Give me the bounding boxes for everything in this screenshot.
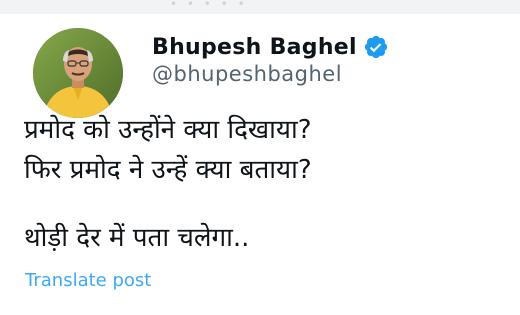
post-line-gap [24,190,514,218]
post-screenshot: • • • • • Bhupesh Baghel @bhupeshbaghel … [0,0,520,315]
translate-post-link[interactable]: Translate post [25,270,151,291]
profile-photo-icon [33,28,123,118]
tweet-card: Bhupesh Baghel @bhupeshbaghel प्रमोद को … [0,14,520,315]
top-strip: • • • • • [0,0,520,14]
post-text: प्रमोद को उन्होंने क्या दिखाया? फिर प्रम… [24,110,514,258]
author-row: Bhupesh Baghel [152,32,389,62]
post-line: थोड़ी देर में पता चलेगा.. [24,223,250,253]
author-display-name[interactable]: Bhupesh Baghel [152,35,357,60]
post-line: प्रमोद को उन्होंने क्या दिखाया? [24,115,312,145]
avatar[interactable] [33,28,123,118]
author-handle[interactable]: @bhupeshbaghel [152,62,342,86]
strip-artifact: • • • • • [170,0,248,11]
post-line: फिर प्रमोद ने उन्हें क्या बताया? [24,155,312,185]
verified-badge-icon [363,34,389,60]
